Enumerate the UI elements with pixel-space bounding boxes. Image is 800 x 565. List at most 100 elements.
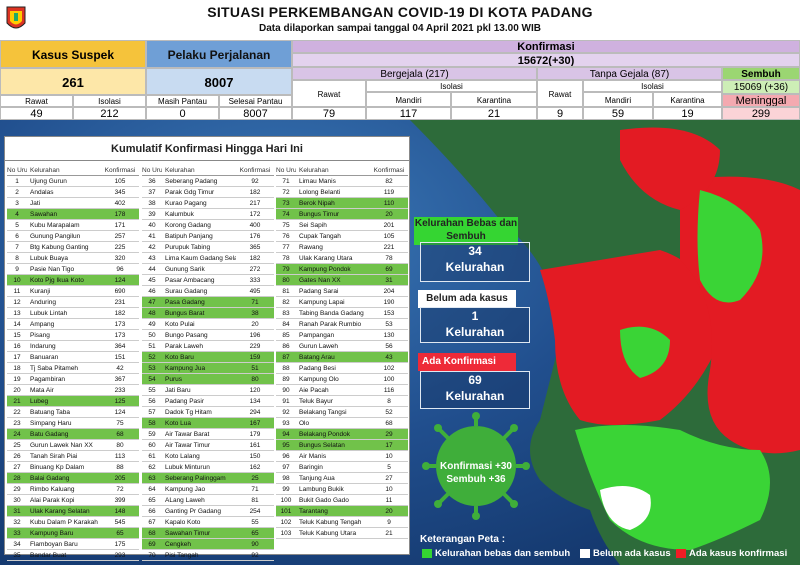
table-cell-no: 96 (282, 453, 290, 460)
table-cell-val: 233 (114, 387, 126, 394)
tanpa-gejala-header: Tanpa Gejala (87) (537, 67, 722, 80)
table-cell-name: Ujung Gurun (30, 178, 67, 185)
table-cell-name: Kampung Jao (165, 486, 206, 493)
table-cell-no: 34 (13, 541, 21, 548)
table-cell-no: 86 (282, 343, 290, 350)
table-cell-val: 130 (383, 332, 395, 339)
legend-red-label: Ada kasus konfirmasi (689, 548, 788, 559)
table-cell-no: 42 (148, 244, 156, 251)
table-cell-no: 71 (282, 178, 290, 185)
table-row: 25 Gurun Lawek Nan XX 80 (7, 440, 139, 451)
table-row: 48 Bungus Barat 38 (142, 308, 274, 319)
table-cell-name: Kampung Jua (162, 363, 236, 373)
table-cell-no: 53 (142, 363, 162, 373)
table-cell-val: 82 (385, 178, 393, 185)
table-cell-no: 57 (148, 409, 156, 416)
table-cell-no: 95 (276, 440, 296, 450)
table-cell-val: 80 (116, 442, 124, 449)
legend-white-swatch (580, 549, 590, 558)
table-cell-name: Padang Pasir (165, 398, 205, 405)
table-cell-no: 16 (13, 343, 21, 350)
table-cell-val: 148 (101, 506, 139, 516)
virus-caption: Konfirmasi +30 Sembuh +36 (430, 460, 522, 486)
table-cell-name: Gurun Lawek Nan XX (30, 442, 93, 449)
table-cell-name: Koto Pulai (165, 321, 195, 328)
table-cell-name: Teluk Kabung Utara (299, 530, 357, 537)
table-cell-name: Lubuk Buaya (30, 255, 68, 262)
table-cell-name: Lolong Belanti (299, 189, 341, 196)
table-row: 93 Olo 68 (276, 418, 408, 429)
table-cell-val: 124 (114, 409, 126, 416)
table-cell-val: 92 (251, 552, 259, 559)
table-row: 31 Ulak Karang Selatan 148 (7, 506, 139, 517)
table-cell-no: 9 (15, 266, 19, 273)
table-cell-name: Seberang Palinggam (162, 473, 236, 483)
table-cell-name: Pasie Nan Tigo (30, 266, 75, 273)
table-cell-name: Batipuh Panjang (165, 233, 213, 240)
table-cell-name: Bungus Barat (162, 308, 236, 318)
table-cell-name: Pasa Gadang (162, 297, 236, 307)
table-cell-no: 88 (282, 365, 290, 372)
table-row: 56 Padang Pasir 134 (142, 396, 274, 407)
table-cell-name: Gates Nan XX (296, 275, 370, 285)
table-cell-name: Banuaran (30, 354, 59, 361)
table-row: 1 Ujung Gurun 105 (7, 176, 139, 187)
table-row: 77 Rawang 221 (276, 242, 408, 253)
table-cell-val: 179 (249, 431, 261, 438)
table-cell-name: Aie Pacah (299, 387, 329, 394)
table-header-row: No UrutKelurahan Konfirmasi (7, 165, 139, 176)
table-cell-name: Kalumbuk (165, 211, 194, 218)
konfirmasi-header: Konfirmasi (292, 40, 800, 53)
table-column-3: No UrutKelurahan Konfirmasi 71 Limau Manis 8… (276, 165, 408, 539)
table-cell-name: Pampangan (299, 332, 335, 339)
table-cell-val: 225 (114, 244, 126, 251)
table-cell-no: 51 (148, 343, 156, 350)
table-cell-val: 72 (116, 486, 124, 493)
table-cell-name: Belakang Pondok (296, 429, 370, 439)
table-cell-val: 105 (383, 233, 395, 240)
table-cell-val: 172 (249, 211, 261, 218)
table-cell-name: Sawahan Timur (162, 528, 236, 538)
table-cell-no: 93 (282, 420, 290, 427)
table-cell-no: 25 (13, 442, 21, 449)
table-cell-val: 116 (383, 387, 395, 394)
table-cell-val: 254 (249, 508, 261, 515)
table-row: 84 Ranah Parak Rumbio 53 (276, 319, 408, 330)
table-row: 19 Pagambiran 367 (7, 374, 139, 385)
table-cell-no: 74 (276, 209, 296, 219)
table-row: 47 Pasa Gadang 71 (142, 297, 274, 308)
table-cell-val: 162 (249, 464, 261, 471)
table-cell-name: Koto Lua (162, 418, 236, 428)
table-row: 59 Air Tawar Barat 179 (142, 429, 274, 440)
table-cell-name: Batu Gadang (27, 429, 101, 439)
konfirmasi-total: 15672(+30) (292, 53, 800, 67)
table-cell-no: 67 (148, 519, 156, 526)
table-cell-name: Surau Gadang (165, 288, 208, 295)
table-cell-name: Bandar Buat (30, 552, 67, 559)
virus-konfirmasi-text: Konfirmasi +30 (440, 461, 512, 472)
table-cell-no: 36 (148, 178, 156, 185)
table-cell-val: 17 (370, 440, 408, 450)
table-cell-val: 20 (370, 209, 408, 219)
table-cell-no: 77 (282, 244, 290, 251)
table-cell-no: 50 (148, 332, 156, 339)
table-row: 10 Koto Pjg Ikua Koto 124 (7, 275, 139, 286)
table-row: 67 Kapalo Koto 55 (142, 517, 274, 528)
table-cell-name: Rimbo Kaluang (30, 486, 75, 493)
table-cell-name: Gunung Sarik (165, 266, 205, 273)
table-row: 79 Kampung Pondok 69 (276, 264, 408, 275)
suspek-header: Kasus Suspek (0, 40, 146, 68)
table-cell-no: 14 (13, 321, 21, 328)
table-cell-val: 545 (114, 519, 126, 526)
table-cell-val: 71 (251, 486, 259, 493)
table-cell-no: 84 (282, 321, 290, 328)
table-cell-val: 399 (114, 497, 126, 504)
table-row: 68 Sawahan Timur 65 (142, 528, 274, 539)
belum-count-value: 1 (471, 309, 479, 323)
table-cell-name: Btg Kabung Ganting (30, 244, 89, 251)
table-cell-name: Air Manis (299, 453, 327, 460)
table-cell-name: Lambung Bukik (299, 486, 344, 493)
table-cell-name: Bungus Timur (296, 209, 370, 219)
table-cell-val: 229 (249, 343, 261, 350)
table-cell-name: Kuranji (30, 288, 51, 295)
